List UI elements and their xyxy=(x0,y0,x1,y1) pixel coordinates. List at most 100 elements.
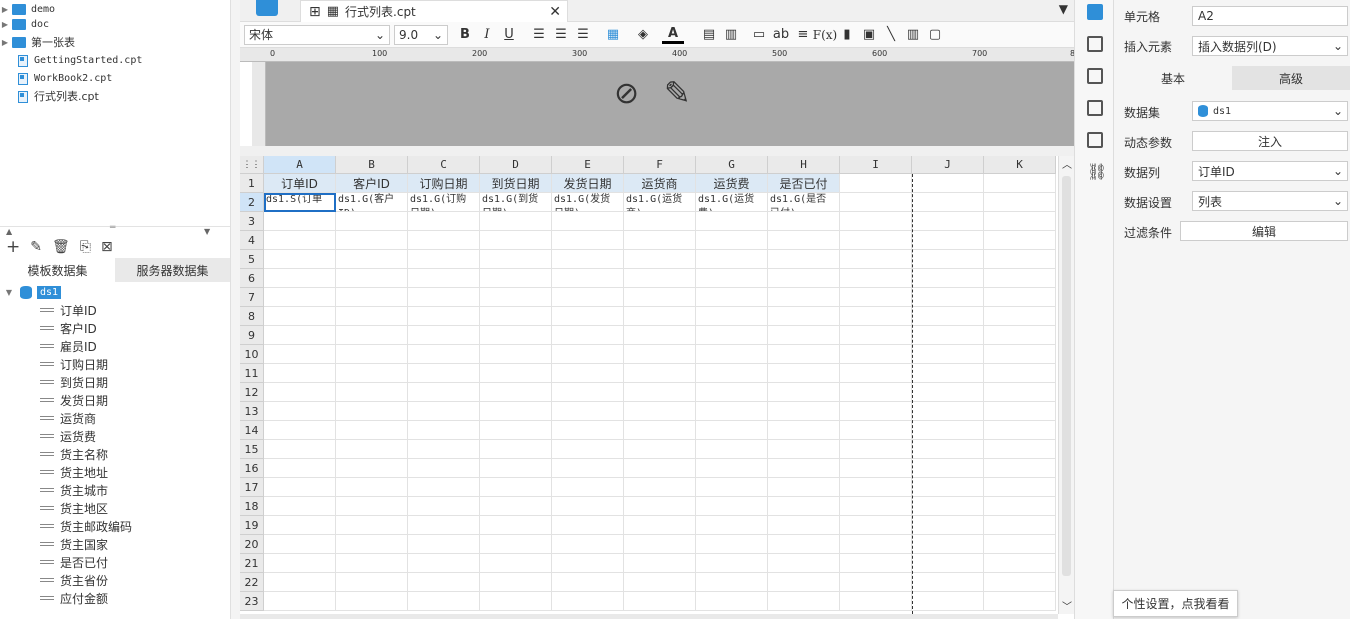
cell-b22[interactable] xyxy=(336,573,408,592)
row-header[interactable]: 6 xyxy=(240,269,264,288)
cell-b21[interactable] xyxy=(336,554,408,573)
cell-j13[interactable] xyxy=(912,402,984,421)
cell-e20[interactable] xyxy=(552,535,624,554)
cell-h22[interactable] xyxy=(768,573,840,592)
new-template-icon[interactable] xyxy=(256,0,278,16)
cell-e15[interactable] xyxy=(552,440,624,459)
cell-a6[interactable] xyxy=(264,269,336,288)
column-header-d[interactable]: D xyxy=(480,156,552,174)
condition-icon[interactable] xyxy=(1087,100,1103,116)
cell-k12[interactable] xyxy=(984,383,1056,402)
field-item[interactable]: 货主国家 xyxy=(40,535,108,553)
cell-g2[interactable]: ds1.G(运货费) xyxy=(696,193,768,212)
form-icon[interactable] xyxy=(1087,132,1103,148)
cell-e21[interactable] xyxy=(552,554,624,573)
cell-i15[interactable] xyxy=(840,440,912,459)
data-setting-select[interactable]: 列表 ⌄ xyxy=(1192,191,1348,211)
cell-i17[interactable] xyxy=(840,478,912,497)
cell-e14[interactable] xyxy=(552,421,624,440)
vertical-scrollbar[interactable]: ︿ ﹀ xyxy=(1058,156,1074,614)
tab-advanced[interactable]: 高级 xyxy=(1232,66,1350,90)
cell-a9[interactable] xyxy=(264,326,336,345)
cell-k8[interactable] xyxy=(984,307,1056,326)
cell-a7[interactable] xyxy=(264,288,336,307)
cell-i12[interactable] xyxy=(840,383,912,402)
cell-c13[interactable] xyxy=(408,402,480,421)
cell-i3[interactable] xyxy=(840,212,912,231)
cell-c16[interactable] xyxy=(408,459,480,478)
cell-a12[interactable] xyxy=(264,383,336,402)
cell-a10[interactable] xyxy=(264,345,336,364)
sub-report-icon[interactable]: ▥ xyxy=(902,24,924,46)
cell-d17[interactable] xyxy=(480,478,552,497)
cell-f9[interactable] xyxy=(624,326,696,345)
column-header-a[interactable]: A xyxy=(264,156,336,174)
cell-i23[interactable] xyxy=(840,592,912,611)
expand-icon[interactable]: ▶ xyxy=(0,38,10,47)
cell-j20[interactable] xyxy=(912,535,984,554)
cell-e19[interactable] xyxy=(552,516,624,535)
cell-c10[interactable] xyxy=(408,345,480,364)
hide-eye-icon[interactable]: ⊘ xyxy=(614,76,639,111)
row-header[interactable]: 14 xyxy=(240,421,264,440)
tree-item-first-sheet[interactable]: ▶ 第一张表 xyxy=(0,33,75,51)
scroll-down-icon[interactable]: ﹀ xyxy=(1062,598,1072,613)
align-right-icon[interactable]: ☰ xyxy=(572,24,594,46)
cell-k2[interactable] xyxy=(984,193,1056,212)
data-column-select[interactable]: 订单ID ⌄ xyxy=(1192,161,1348,181)
cell-d5[interactable] xyxy=(480,250,552,269)
inject-button[interactable]: 注入 xyxy=(1192,131,1348,151)
cell-j4[interactable] xyxy=(912,231,984,250)
cell-f13[interactable] xyxy=(624,402,696,421)
cell-b3[interactable] xyxy=(336,212,408,231)
cell-f20[interactable] xyxy=(624,535,696,554)
cell-d22[interactable] xyxy=(480,573,552,592)
column-header-b[interactable]: B xyxy=(336,156,408,174)
spreadsheet-grid[interactable]: ⋮⋮ A B C D E F G H I J K 1 订单ID 客户ID 订购日期 到货日期 发货日期 运货商 运货… xyxy=(240,156,1058,614)
cell-b19[interactable] xyxy=(336,516,408,535)
connection-icon[interactable]: ⊠ xyxy=(101,239,113,255)
cell-k9[interactable] xyxy=(984,326,1056,345)
cell-f15[interactable] xyxy=(624,440,696,459)
cell-h19[interactable] xyxy=(768,516,840,535)
insert-text-icon[interactable]: ▭ xyxy=(748,24,770,46)
cell-g23[interactable] xyxy=(696,592,768,611)
cell-g15[interactable] xyxy=(696,440,768,459)
row-header[interactable]: 10 xyxy=(240,345,264,364)
cell-i18[interactable] xyxy=(840,497,912,516)
cell-i13[interactable] xyxy=(840,402,912,421)
chart-icon[interactable]: ▮ xyxy=(836,24,858,46)
column-header-c[interactable]: C xyxy=(408,156,480,174)
delete-icon[interactable]: 🗑 xyxy=(52,239,70,255)
field-item[interactable]: 客户ID xyxy=(40,319,97,337)
cell-f11[interactable] xyxy=(624,364,696,383)
cell-j17[interactable] xyxy=(912,478,984,497)
cell-i14[interactable] xyxy=(840,421,912,440)
field-item[interactable]: 货主地址 xyxy=(40,463,108,481)
row-header[interactable]: 19 xyxy=(240,516,264,535)
cell-c7[interactable] xyxy=(408,288,480,307)
tree-item-workbook2[interactable]: WorkBook2.cpt xyxy=(14,69,112,87)
expand-icon[interactable]: ▶ xyxy=(0,20,10,29)
cell-i1[interactable] xyxy=(840,174,912,193)
cell-d10[interactable] xyxy=(480,345,552,364)
cell-h5[interactable] xyxy=(768,250,840,269)
cell-d12[interactable] xyxy=(480,383,552,402)
cell-h20[interactable] xyxy=(768,535,840,554)
cell-d14[interactable] xyxy=(480,421,552,440)
edit-pencil-icon[interactable]: ✎ xyxy=(664,74,691,112)
cell-a11[interactable] xyxy=(264,364,336,383)
close-tab-icon[interactable]: ✕ xyxy=(549,4,561,20)
cell-b23[interactable] xyxy=(336,592,408,611)
cell-e5[interactable] xyxy=(552,250,624,269)
cell-g7[interactable] xyxy=(696,288,768,307)
cell-e9[interactable] xyxy=(552,326,624,345)
cell-j18[interactable] xyxy=(912,497,984,516)
field-item[interactable]: 货主地区 xyxy=(40,499,108,517)
add-dataset-icon[interactable]: + xyxy=(6,237,20,257)
tree-item-row-list[interactable]: 行式列表.cpt xyxy=(14,87,99,105)
row-header[interactable]: 8 xyxy=(240,307,264,326)
cell-h17[interactable] xyxy=(768,478,840,497)
cell-a5[interactable] xyxy=(264,250,336,269)
cell-d23[interactable] xyxy=(480,592,552,611)
